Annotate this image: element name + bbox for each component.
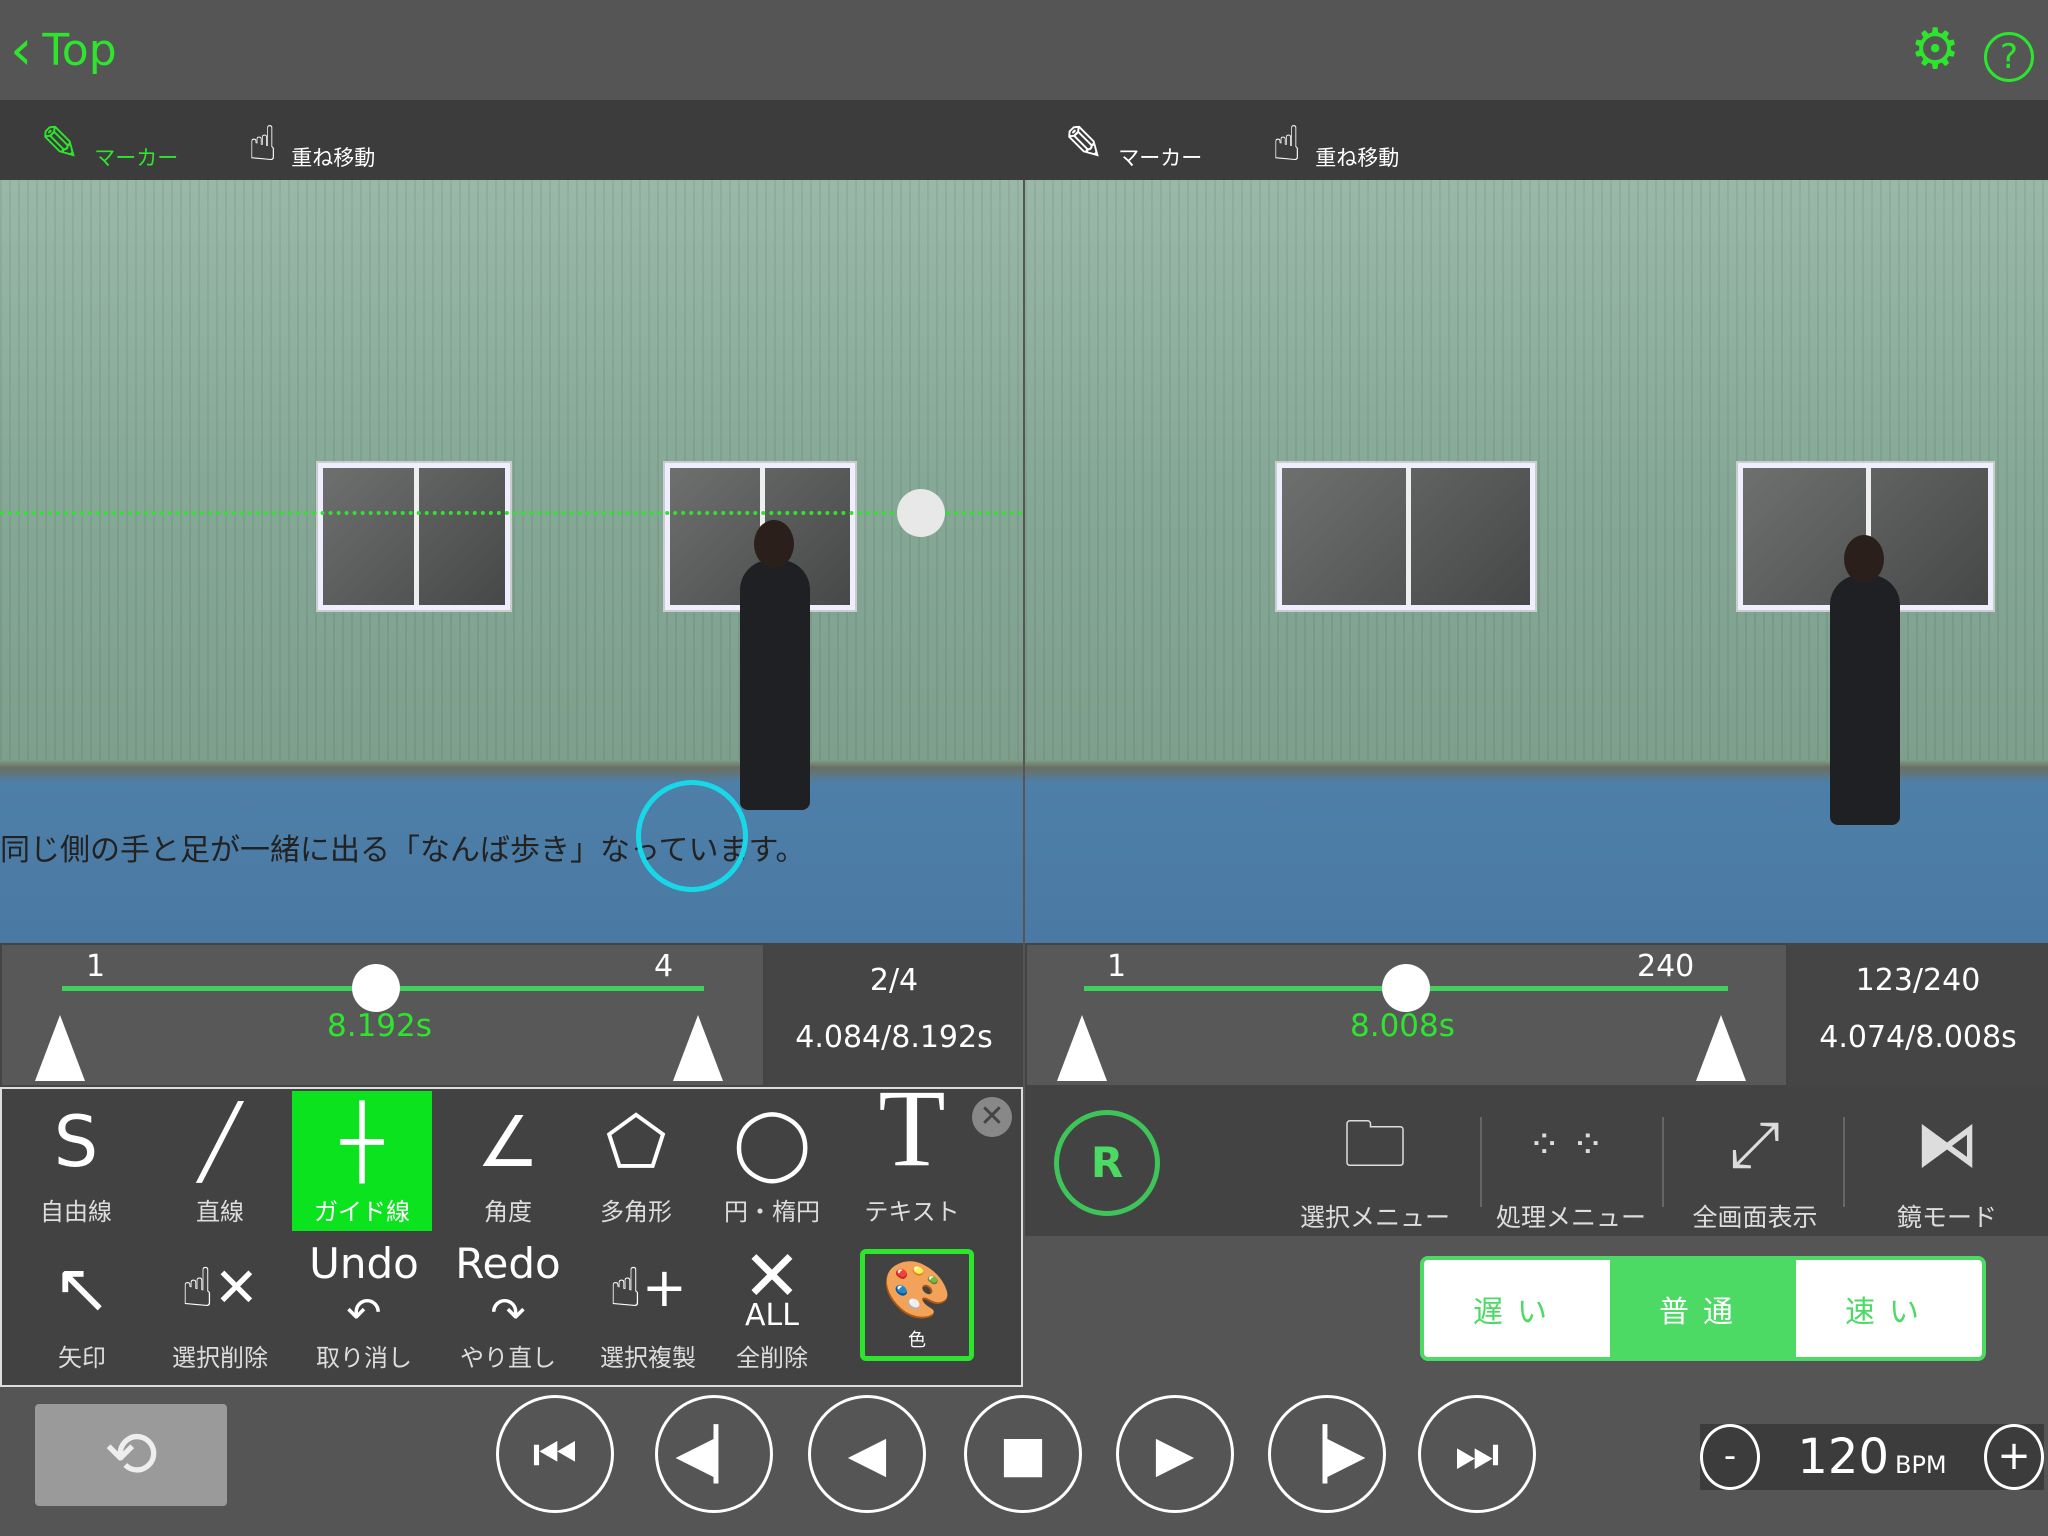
overlay-move-tab-left[interactable]: ☝ 重ね移動 (248, 110, 375, 172)
fullscreen-button[interactable]: ⤢ 全画面表示 (1680, 1100, 1830, 1234)
undo-icon: Undo ↶ (309, 1238, 419, 1337)
bpm-decrease-button[interactable]: - (1700, 1424, 1760, 1490)
folder-icon: 🗀 (1343, 1108, 1407, 1182)
close-icon[interactable]: ✕ (972, 1097, 1012, 1137)
skip-last-icon: ⏭ (1454, 1424, 1500, 1483)
chevron-left-icon: ‹ (10, 18, 33, 83)
hand-plus-icon: ☝+ (608, 1256, 688, 1319)
top-bar: ‹ Top ⚙ ? (0, 0, 2048, 100)
guide-line-icon: ┼ (340, 1100, 384, 1183)
step-back-icon: ◀▏ (675, 1425, 753, 1483)
line-icon: ╱ (198, 1100, 242, 1183)
left-video[interactable]: 同じ側の手と足が一緒に出る「なんば歩き」なっています。 (0, 180, 1023, 943)
guide-line[interactable] (0, 511, 1023, 515)
record-button[interactable]: R (1054, 1110, 1160, 1216)
back-button[interactable]: ‹ Top (10, 18, 117, 83)
redo-icon: Redo ↷ (455, 1238, 561, 1337)
divider (1662, 1117, 1664, 1207)
mirror-mode-button[interactable]: ⧑ 鏡モード (1872, 1100, 2022, 1234)
loop-button[interactable]: ⟲ (35, 1404, 227, 1506)
left-start-trim-handle[interactable] (35, 1015, 85, 1081)
freehand-icon: S (53, 1100, 99, 1183)
last-frame-button[interactable]: ⏭ (1418, 1395, 1536, 1513)
bpm-control: - 120 BPM + (1700, 1424, 2044, 1490)
hand-delete-icon: ☝✕ (180, 1256, 260, 1319)
bpm-value: 120 (1797, 1429, 1889, 1485)
tool-line[interactable]: ╱ 直線 (150, 1091, 290, 1231)
loop-icon: ⟲ (104, 1418, 158, 1492)
tool-guide-line[interactable]: ┼ ガイド線 (292, 1091, 432, 1231)
tool-freehand[interactable]: S 自由線 (6, 1091, 146, 1231)
pen-icon: ✎ (1064, 116, 1105, 172)
right-end-trim-handle[interactable] (1696, 1015, 1746, 1081)
tool-delete-selected[interactable]: ☝✕ 選択削除 (150, 1237, 290, 1377)
speed-selector: 遅い 普通 速い (1420, 1256, 1986, 1361)
right-timeline-thumb[interactable] (1382, 964, 1430, 1012)
first-frame-button[interactable]: ⏮ (496, 1395, 614, 1513)
pen-icon: ✎ (40, 116, 81, 172)
select-menu-button[interactable]: 🗀 選択メニュー (1300, 1100, 1450, 1234)
tool-redo[interactable]: Redo ↷ やり直し (438, 1237, 578, 1377)
step-forward-icon: ▕▶ (1288, 1425, 1366, 1483)
mirror-icon: ⧑ (1915, 1108, 1979, 1182)
expand-icon: ⤢ (1729, 1108, 1781, 1182)
left-end-trim-handle[interactable] (673, 1015, 723, 1081)
left-timeline-thumb[interactable] (352, 964, 400, 1012)
gear-icon[interactable]: ⚙ (1910, 22, 1960, 78)
cursor-circle (636, 780, 748, 892)
stop-icon: ■ (999, 1425, 1047, 1483)
tool-arrow[interactable]: ↖ 矢印 (12, 1237, 152, 1377)
play-reverse-icon: ◀ (847, 1425, 887, 1483)
delete-all-icon: ✕ ALL (742, 1234, 802, 1333)
speed-slow[interactable]: 遅い (1424, 1260, 1610, 1357)
bpm-increase-button[interactable]: + (1984, 1424, 2044, 1490)
guide-handle[interactable] (897, 489, 945, 537)
speed-normal[interactable]: 普通 (1610, 1260, 1796, 1357)
overlay-move-tab-right[interactable]: ☝ 重ね移動 (1272, 110, 1399, 172)
bpm-unit: BPM (1894, 1451, 1947, 1479)
step-back-button[interactable]: ◀▏ (655, 1395, 773, 1513)
tool-angle[interactable]: ∠ 角度 (438, 1091, 578, 1231)
tool-delete-all[interactable]: ✕ ALL 全削除 (702, 1237, 842, 1377)
stop-button[interactable]: ■ (964, 1395, 1082, 1513)
ellipse-icon: ◯ (732, 1100, 812, 1183)
divider (1843, 1117, 1845, 1207)
play-reverse-button[interactable]: ◀ (808, 1395, 926, 1513)
angle-icon: ∠ (476, 1100, 540, 1183)
skip-first-icon: ⏮ (532, 1424, 578, 1483)
dots-grid-icon: ⁘⁘ (1527, 1122, 1615, 1168)
pentagon-icon: ⬠ (605, 1100, 667, 1183)
text-icon: T (878, 1067, 946, 1189)
right-start-trim-handle[interactable] (1057, 1015, 1107, 1081)
tool-ellipse[interactable]: ◯ 円・楕円 (702, 1091, 842, 1231)
help-button[interactable]: ? (1984, 32, 2034, 82)
arrow-icon: ↖ (52, 1246, 112, 1329)
palette-icon: 🎨 (882, 1258, 952, 1323)
step-forward-button[interactable]: ▕▶ (1268, 1395, 1386, 1513)
tool-polygon[interactable]: ⬠ 多角形 (566, 1091, 706, 1231)
marker-tab-left[interactable]: ✎ マーカー (40, 110, 178, 172)
play-icon: ▶ (1155, 1425, 1195, 1483)
divider (1480, 1117, 1482, 1207)
right-video[interactable] (1025, 180, 2048, 943)
speed-fast[interactable]: 速い (1796, 1260, 1982, 1357)
tool-text[interactable]: T テキスト (842, 1067, 982, 1231)
tool-duplicate-selected[interactable]: ☝+ 選択複製 (578, 1237, 718, 1377)
tool-color[interactable]: 🎨 色 (860, 1249, 974, 1361)
right-info: 123/240 4.074/8.008s (1788, 943, 2048, 1087)
tool-undo[interactable]: Undo ↶ 取り消し (294, 1237, 434, 1377)
play-button[interactable]: ▶ (1116, 1395, 1234, 1513)
hand-cards-icon: ☝ (1272, 116, 1302, 172)
marker-tab-right[interactable]: ✎ マーカー (1064, 110, 1202, 172)
process-menu-button[interactable]: ⁘⁘ 処理メニュー (1496, 1100, 1646, 1234)
hand-cards-icon: ☝ (248, 116, 278, 172)
drawing-tools-panel: S 自由線 ╱ 直線 ┼ ガイド線 ∠ 角度 ⬠ 多角形 ◯ 円・楕円 T テキスト ✕ ↖ 矢… (0, 1067, 1023, 1387)
